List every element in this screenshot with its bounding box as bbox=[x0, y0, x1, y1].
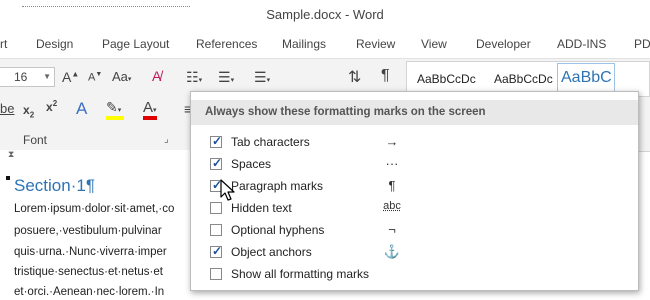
panel-title: Always show these formatting marks on th… bbox=[205, 106, 486, 118]
subscript-icon[interactable]: x2 bbox=[23, 103, 34, 119]
document-line: et·orci.·Aenean·nec·lorem.·In bbox=[14, 286, 165, 298]
chevron-down-icon: ▼ bbox=[43, 72, 51, 81]
tab-pdf[interactable]: PD bbox=[634, 37, 650, 51]
tab-insert[interactable]: rt bbox=[0, 37, 7, 51]
show-hide-marks-icon[interactable]: ¶ bbox=[381, 67, 390, 85]
show-all-checkbox[interactable] bbox=[210, 268, 222, 280]
hidden-text-checkbox[interactable] bbox=[210, 202, 222, 214]
option-label: Tab characters bbox=[231, 135, 310, 149]
text-effects-icon[interactable]: A bbox=[76, 99, 87, 119]
shrink-font-icon[interactable]: A▼ bbox=[88, 71, 102, 84]
option-label: Paragraph marks bbox=[231, 179, 324, 193]
option-label: Show all formatting marks bbox=[231, 267, 370, 281]
highlight-color-bar bbox=[106, 116, 124, 120]
font-color-icon[interactable]: A▾ bbox=[143, 99, 157, 116]
option-label: Object anchors bbox=[231, 245, 312, 259]
bullets-icon[interactable]: ☷▾ bbox=[186, 69, 202, 86]
highlight-icon[interactable]: ✎▾ bbox=[106, 99, 121, 116]
option-label: Hidden text bbox=[231, 201, 292, 215]
space-mark-icon: ··· bbox=[385, 156, 399, 171]
tab-characters-checkbox[interactable] bbox=[210, 134, 222, 148]
anchor-icon: ⚓ bbox=[383, 244, 401, 259]
multilevel-list-icon[interactable]: ☰▾ bbox=[254, 69, 270, 86]
tab-add-ins[interactable]: ADD-INS bbox=[557, 37, 606, 51]
ruler-line bbox=[22, 6, 190, 7]
document-line: tristique·senectus·et·netus·et bbox=[14, 266, 163, 278]
numbering-icon[interactable]: ☰▾ bbox=[218, 69, 234, 86]
mouse-pointer-icon bbox=[220, 179, 235, 201]
tab-mark-icon: → bbox=[385, 134, 399, 149]
sort-icon[interactable]: ⇅ bbox=[348, 67, 361, 87]
tab-references[interactable]: References bbox=[196, 37, 257, 51]
document-line: posuere,·vestibulum·pulvinar bbox=[14, 225, 162, 237]
tab-review[interactable]: Review bbox=[356, 37, 395, 51]
tab-page-layout[interactable]: Page Layout bbox=[102, 37, 169, 51]
style-no-spacing[interactable]: AaBbCcDc bbox=[494, 72, 553, 86]
spaces-checkbox[interactable] bbox=[210, 156, 222, 170]
font-color-bar bbox=[143, 116, 157, 120]
optional-hyphen-mark-icon: ¬ bbox=[388, 222, 396, 237]
font-size-value: 16 bbox=[14, 70, 28, 84]
hidden-text-mark-icon: abc bbox=[383, 200, 401, 212]
indent-marker-icon[interactable]: ⧗ bbox=[8, 149, 14, 160]
optional-hyphens-checkbox[interactable] bbox=[210, 224, 222, 236]
ruler bbox=[0, 150, 190, 164]
superscript-icon[interactable]: x2 bbox=[46, 99, 57, 114]
window-title: Sample.docx - Word bbox=[266, 7, 384, 22]
grow-font-icon[interactable]: A▲ bbox=[62, 69, 79, 85]
font-size-dropdown[interactable]: 16 ▼ bbox=[0, 67, 55, 87]
document-line: quis·urna.·Nunc·viverra·imper bbox=[14, 246, 167, 258]
clear-formatting-icon[interactable]: A̸ bbox=[152, 68, 161, 84]
option-label: Spaces bbox=[231, 157, 272, 171]
font-group-label: Font bbox=[22, 133, 47, 147]
paragraph-mark-icon: ¶ bbox=[388, 178, 396, 193]
paragraph-style-marker bbox=[6, 176, 10, 180]
tab-developer[interactable]: Developer bbox=[476, 37, 531, 51]
style-heading-1[interactable]: AaBbC bbox=[561, 69, 612, 87]
document-heading: Section·1¶ bbox=[14, 176, 95, 195]
object-anchors-checkbox[interactable] bbox=[210, 244, 222, 258]
strikethrough-icon[interactable]: be bbox=[0, 101, 14, 116]
tab-view[interactable]: View bbox=[421, 37, 447, 51]
document-line: Lorem·ipsum·dolor·sit·amet,·co bbox=[14, 203, 175, 215]
tab-mailings[interactable]: Mailings bbox=[282, 37, 326, 51]
style-normal[interactable]: AaBbCcDc bbox=[417, 72, 476, 86]
option-label: Optional hyphens bbox=[231, 223, 325, 237]
font-dialog-launcher-icon[interactable]: ⌟ bbox=[164, 134, 169, 145]
tab-design[interactable]: Design bbox=[36, 37, 73, 51]
change-case-icon[interactable]: Aa▾ bbox=[112, 69, 131, 84]
ribbon-tabs: rt Design Page Layout References Mailing… bbox=[0, 30, 650, 58]
